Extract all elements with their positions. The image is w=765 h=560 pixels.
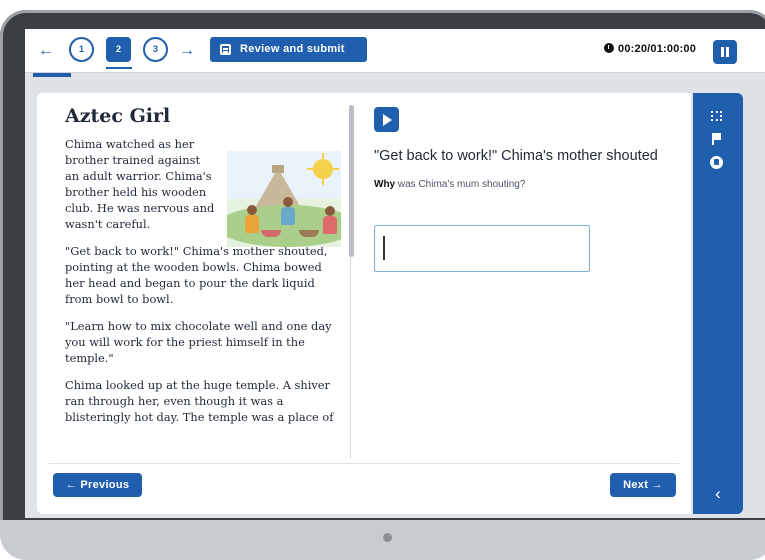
tablet-device: ← 1 2 3 → Review and submit 00:20/01:00:… (0, 0, 765, 560)
tablet-bezel-bottom (0, 520, 765, 560)
fullscreen-icon[interactable] (711, 111, 722, 121)
passage-title: Aztec Girl (65, 105, 171, 127)
answer-input[interactable] (374, 225, 590, 272)
question-prompt-bold: Why (374, 179, 396, 190)
timer: 00:20/01:00:00 (604, 43, 696, 55)
question-quote: "Get back to work!" Chima's mother shout… (374, 148, 658, 164)
question-prompt-rest: was Chima's mum shouting? (395, 179, 526, 190)
list-icon (220, 44, 231, 55)
progress-indicator (33, 73, 71, 77)
content-panel: Aztec Girl Chima watched as her brother … (37, 93, 691, 514)
previous-button[interactable]: ← Previous (53, 473, 142, 497)
next-button[interactable]: Next → (610, 473, 676, 497)
passage-paragraph-3: "Learn how to mix chocolate well and one… (65, 319, 332, 365)
text-caret (383, 236, 385, 260)
passage-scrollbar[interactable] (349, 105, 354, 257)
question-1-button[interactable]: 1 (69, 37, 94, 62)
audio-play-button[interactable] (374, 107, 399, 132)
question-prompt: Why was Chima's mum shouting? (374, 179, 674, 190)
active-question-indicator (106, 67, 132, 69)
back-arrow-icon[interactable]: ← (37, 41, 55, 61)
question-2-button[interactable]: 2 (106, 37, 131, 62)
figure-middle (281, 197, 295, 227)
top-bar: ← 1 2 3 → Review and submit 00:20/01:00:… (25, 29, 765, 73)
tools-sidebar: ‹ (693, 93, 743, 514)
question-3-button[interactable]: 3 (143, 37, 168, 62)
pause-button[interactable] (713, 40, 737, 64)
forward-arrow-icon[interactable]: → (178, 41, 196, 61)
reading-passage[interactable]: Aztec Girl Chima watched as her brother … (65, 105, 341, 455)
app-screen: ← 1 2 3 → Review and submit 00:20/01:00:… (25, 29, 765, 518)
review-label: Review and submit (240, 43, 345, 55)
timer-text: 00:20/01:00:00 (618, 43, 697, 55)
flag-icon[interactable] (709, 133, 723, 147)
sun-icon (307, 153, 339, 185)
accessibility-icon[interactable] (710, 156, 723, 169)
footer-divider (49, 463, 679, 464)
passage-paragraph-2: "Get back to work!" Chima's mother shout… (65, 244, 328, 306)
figure-right (323, 206, 337, 236)
passage-illustration (227, 151, 341, 247)
clock-icon (604, 43, 614, 53)
passage-paragraph-1: Chima watched as her brother trained aga… (65, 137, 215, 231)
home-button (383, 533, 392, 542)
passage-paragraph-4: Chima looked up at the huge temple. A sh… (65, 378, 334, 424)
collapse-sidebar-icon[interactable]: ‹ (710, 484, 726, 504)
figure-left (245, 205, 259, 235)
review-and-submit-button[interactable]: Review and submit (210, 37, 367, 62)
